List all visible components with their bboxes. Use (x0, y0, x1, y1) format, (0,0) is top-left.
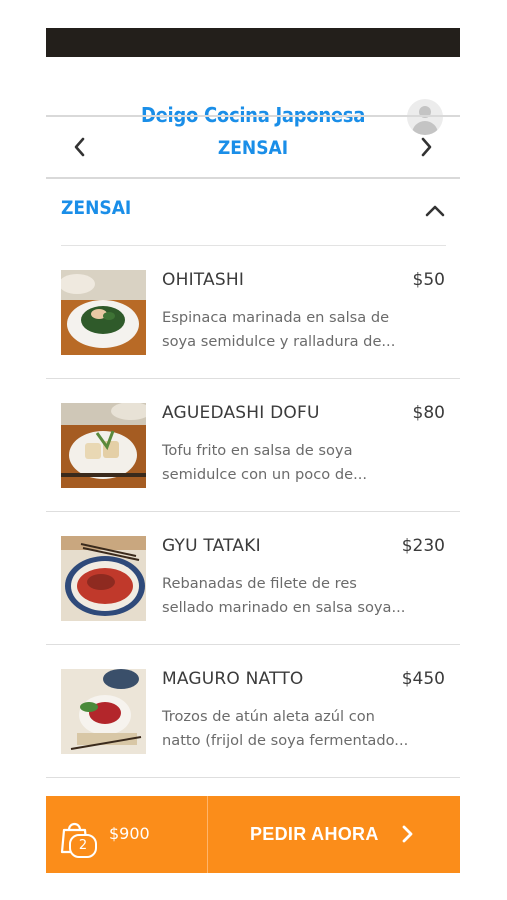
item-description-line: sellado marinado en salsa soya... (162, 599, 406, 616)
item-description: Rebanadas de filete de res sellado marin… (162, 572, 422, 620)
cart-count-badge: 2 (69, 834, 97, 858)
menu-item-gyu-tataki[interactable]: GYU TATAKI $230 Rebanadas de filete de r… (46, 512, 460, 645)
chevron-up-icon[interactable] (423, 201, 447, 221)
order-now-button[interactable]: PEDIR AHORA (208, 796, 460, 873)
item-description: Trozos de atún aleta azúl con natto (fri… (162, 705, 422, 753)
item-description-line: Rebanadas de filete de res (162, 575, 357, 592)
item-description-line: Tofu frito en salsa de soya (162, 442, 353, 459)
section-header[interactable]: ZENSAI (46, 179, 460, 245)
app-screen: Deigo Cocina Japonesa ZENSAI ZENSAI OHIT… (46, 28, 460, 873)
category-navigator: ZENSAI (46, 117, 460, 177)
status-bar (46, 28, 460, 57)
order-now-label: PEDIR AHORA (250, 824, 379, 844)
cart-total: $900 (109, 824, 150, 843)
item-description-line: Trozos de atún aleta azúl con (162, 708, 375, 725)
item-description-line: soya semidulce y ralladura de... (162, 333, 396, 350)
cart-bar: 2 $900 PEDIR AHORA (46, 796, 460, 873)
item-price: $80 (412, 403, 445, 423)
category-title: ZENSAI (217, 137, 289, 159)
divider (46, 777, 460, 778)
item-name: MAGURO NATTO (162, 669, 304, 689)
cart-summary[interactable]: 2 $900 (46, 796, 207, 873)
item-name: OHITASHI (162, 270, 245, 290)
menu-item-maguro-natto[interactable]: MAGURO NATTO $450 Trozos de atún aleta a… (46, 645, 460, 778)
item-name: GYU TATAKI (162, 536, 261, 556)
item-description-line: semidulce con un poco de... (162, 466, 367, 483)
item-price: $230 (401, 536, 445, 556)
section-title: ZENSAI (61, 197, 132, 219)
menu-item-aguedashi-dofu[interactable]: AGUEDASHI DOFU $80 Tofu frito en salsa d… (46, 379, 460, 512)
dish-image (61, 270, 146, 355)
chevron-right-icon[interactable] (414, 133, 438, 161)
item-price: $50 (412, 270, 445, 290)
item-description-line: Espinaca marinada en salsa de (162, 309, 390, 326)
item-description: Tofu frito en salsa de soya semidulce co… (162, 439, 422, 487)
menu-item-ohitashi[interactable]: OHITASHI $50 Espinaca marinada en salsa … (46, 246, 460, 379)
dish-image (61, 403, 146, 488)
dish-image (61, 536, 146, 621)
item-description: Espinaca marinada en salsa de soya semid… (162, 306, 422, 354)
dish-image (61, 669, 146, 754)
item-description-line: natto (frijol de soya fermentado... (162, 732, 409, 749)
item-price: $450 (401, 669, 445, 689)
chevron-right-icon (400, 824, 414, 848)
item-name: AGUEDASHI DOFU (162, 403, 320, 423)
